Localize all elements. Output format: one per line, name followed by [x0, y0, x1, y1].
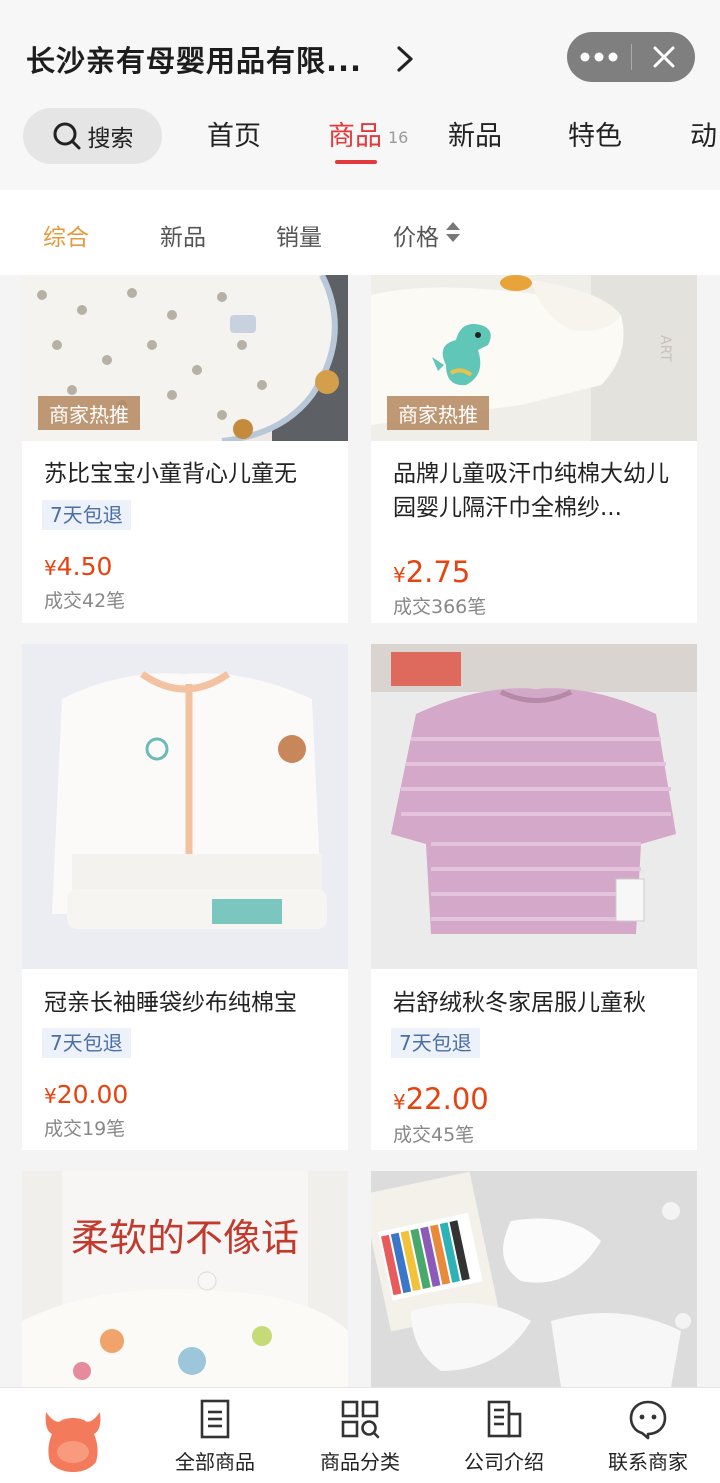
tab-home[interactable]: 首页	[207, 114, 261, 153]
product-image	[22, 1171, 348, 1387]
header: 长沙亲有母婴用品有限... 搜索 首页 商品 16 新品 特色 动	[0, 0, 720, 190]
nav-label: 商品分类	[320, 1450, 400, 1474]
more-dots-icon[interactable]	[567, 32, 631, 82]
product-title: 品牌儿童吸汗巾纯棉大幼儿园婴儿隔汗巾全棉纱...	[393, 461, 669, 521]
tab-featured[interactable]: 特色	[568, 114, 622, 153]
filter-comprehensive[interactable]: 综合	[43, 218, 89, 252]
sales-count: 成交19笔	[44, 1118, 126, 1140]
nav-label: 联系商家	[608, 1450, 688, 1474]
shop-logo-icon[interactable]	[40, 1404, 106, 1474]
product-price: ¥2.75	[393, 555, 471, 589]
bottom-nav-bar: 全部商品 商品分类 公司介绍 联系商家	[0, 1387, 720, 1483]
sort-arrows-icon[interactable]	[445, 220, 461, 244]
filter-price[interactable]: 价格	[393, 218, 439, 252]
product-title: 冠亲长袖睡袋纱布纯棉宝	[44, 990, 297, 1016]
sort-filter-bar: 综合 新品 销量 价格	[0, 190, 720, 275]
list-doc-icon	[200, 1399, 230, 1439]
nav-contact-seller[interactable]: 联系商家	[588, 1398, 708, 1475]
product-image	[371, 1171, 697, 1387]
mini-program-capsule	[567, 32, 695, 82]
sales-count: 成交45笔	[393, 1124, 475, 1146]
return-policy-badge: 7天包退	[42, 500, 131, 530]
search-icon	[53, 122, 80, 150]
sales-count: 成交42笔	[44, 590, 126, 612]
nav-label: 全部商品	[175, 1450, 255, 1474]
product-card[interactable]: 岩舒绒秋冬家居服儿童秋 7天包退 ¥22.00 成交45笔	[371, 644, 697, 1150]
svg-text:ART: ART	[657, 335, 673, 362]
search-label: 搜索	[87, 126, 134, 152]
hot-recommend-badge: 商家热推	[38, 396, 140, 430]
product-image	[22, 644, 348, 969]
tab-products-count: 16	[388, 128, 409, 147]
company-building-icon	[487, 1400, 522, 1438]
product-image	[371, 644, 697, 969]
nav-categories[interactable]: 商品分类	[300, 1398, 420, 1475]
sales-count: 成交366笔	[393, 596, 487, 618]
product-price: ¥4.50	[44, 552, 113, 581]
tab-new[interactable]: 新品	[448, 114, 502, 153]
chat-bubble-icon	[629, 1400, 667, 1440]
nav-all-products[interactable]: 全部商品	[155, 1398, 275, 1475]
product-price: ¥22.00	[393, 1082, 489, 1116]
return-policy-badge: 7天包退	[391, 1028, 480, 1058]
product-card[interactable]: 商家热推 苏比宝宝小童背心儿童无 7天包退 ¥4.50 成交42笔	[22, 275, 348, 623]
filter-new[interactable]: 新品	[160, 218, 206, 252]
product-card[interactable]	[371, 1171, 697, 1387]
close-icon[interactable]	[632, 32, 695, 82]
nav-label: 公司介绍	[464, 1450, 544, 1474]
product-title: 岩舒绒秋冬家居服儿童秋	[393, 990, 646, 1016]
filter-sales[interactable]: 销量	[276, 218, 322, 252]
product-card[interactable]: ART 商家热推 品牌儿童吸汗巾纯棉大幼儿园婴儿隔汗巾全棉纱... ¥2.75 …	[371, 275, 697, 623]
product-card[interactable]: 冠亲长袖睡袋纱布纯棉宝 7天包退 ¥20.00 成交19笔	[22, 644, 348, 1150]
category-grid-icon	[341, 1400, 380, 1439]
hot-recommend-badge: 商家热推	[387, 396, 489, 430]
tab-products[interactable]: 商品	[328, 114, 382, 153]
return-policy-badge: 7天包退	[42, 1028, 131, 1058]
product-price: ¥20.00	[44, 1080, 129, 1109]
product-image-slogan: 柔软的不像话	[70, 1216, 299, 1260]
nav-company-intro[interactable]: 公司介绍	[444, 1398, 564, 1475]
product-title: 苏比宝宝小童背心儿童无	[44, 461, 297, 487]
search-button[interactable]: 搜索	[23, 108, 162, 164]
product-card[interactable]: 柔软的不像话	[22, 1171, 348, 1387]
active-tab-indicator	[335, 160, 377, 164]
tab-dynamics[interactable]: 动	[690, 114, 717, 153]
chevron-right-icon[interactable]	[393, 44, 417, 74]
shop-title[interactable]: 长沙亲有母婴用品有限...	[26, 38, 362, 80]
